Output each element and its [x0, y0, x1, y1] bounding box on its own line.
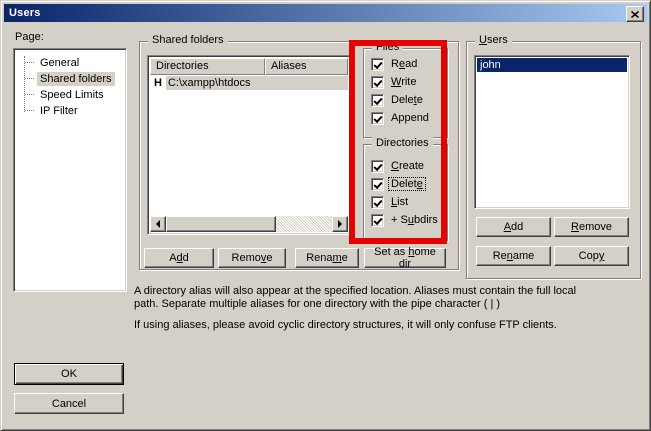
rename-user-button[interactable]: Rename: [476, 246, 551, 266]
button-label: Add: [504, 221, 524, 233]
remove-user-button[interactable]: Remove: [554, 217, 629, 237]
ok-button[interactable]: OK: [14, 363, 124, 385]
tree-stub-icon: [25, 62, 34, 64]
button-label: Rename: [306, 252, 348, 264]
button-label: Rename: [493, 250, 535, 262]
tree-stub-icon: [25, 78, 34, 80]
button-label: OK: [61, 368, 77, 380]
rename-directory-button[interactable]: Rename: [295, 248, 359, 268]
horizontal-scrollbar[interactable]: [150, 216, 348, 232]
copy-user-button[interactable]: Copy: [554, 246, 629, 266]
home-dir-marker: H: [154, 77, 162, 89]
button-label: Remove: [232, 252, 273, 264]
tree-item-label: Speed Limits: [37, 88, 107, 102]
directory-path: C:\xampp\htdocs: [166, 76, 348, 90]
alias-info-line3: If using aliases, please avoid cyclic di…: [134, 319, 557, 331]
scroll-left-button[interactable]: [150, 216, 166, 232]
add-directory-button[interactable]: Add: [144, 248, 214, 268]
button-label: Cancel: [52, 398, 86, 410]
set-as-home-dir-button[interactable]: Set as home dir: [364, 248, 446, 268]
title-bar[interactable]: Users: [4, 4, 647, 22]
alias-info-line1: A directory alias will also appear at th…: [134, 285, 576, 297]
arrow-left-icon: [152, 220, 160, 228]
listview-header: Directories Aliases: [150, 58, 348, 75]
tree-item-shared-folders[interactable]: Shared folders: [16, 71, 124, 87]
arrow-right-icon: [338, 220, 346, 228]
page-tree: General Shared folders Speed Limits IP F…: [13, 48, 127, 292]
tree-item-ip-filter[interactable]: IP Filter: [16, 103, 124, 119]
cancel-button[interactable]: Cancel: [14, 393, 124, 414]
tree-stub-icon: [25, 94, 34, 96]
close-button[interactable]: [626, 6, 644, 22]
window-title: Users: [4, 7, 41, 19]
scrollbar-track[interactable]: [276, 216, 332, 232]
annotation-rectangle: [349, 40, 447, 244]
user-name: john: [480, 59, 501, 71]
users-group-label: Users: [475, 34, 512, 47]
page-label: Page:: [15, 31, 44, 43]
button-label: Set as home dir: [371, 246, 439, 270]
add-user-button[interactable]: Add: [476, 217, 551, 237]
tree-stub-icon: [25, 110, 34, 112]
scrollbar-thumb[interactable]: [166, 216, 276, 232]
button-label: Remove: [571, 221, 612, 233]
alias-info-line2: path. Separate multiple aliases for one …: [134, 298, 500, 310]
directories-listview[interactable]: Directories Aliases H C:\xampp\htdocs: [147, 55, 351, 235]
column-header-aliases[interactable]: Aliases: [265, 58, 348, 75]
users-dialog: Users Page: General Shared folders Speed: [0, 0, 651, 431]
column-header-directories[interactable]: Directories: [150, 58, 265, 75]
users-listbox[interactable]: john: [474, 55, 630, 209]
close-icon: [631, 11, 639, 18]
tree-item-label: IP Filter: [37, 104, 81, 118]
tree-item-label: Shared folders: [37, 72, 115, 86]
button-label: Copy: [579, 250, 605, 262]
directory-row[interactable]: H C:\xampp\htdocs: [150, 75, 348, 90]
tree-item-general[interactable]: General: [16, 55, 124, 71]
tree-item-label: General: [37, 56, 82, 70]
button-label: Add: [169, 252, 189, 264]
scroll-right-button[interactable]: [332, 216, 348, 232]
user-row-john[interactable]: john: [477, 58, 627, 72]
remove-directory-button[interactable]: Remove: [218, 248, 286, 268]
tree-item-speed-limits[interactable]: Speed Limits: [16, 87, 124, 103]
shared-folders-group-label: Shared folders: [148, 34, 228, 47]
page-tree-inner: General Shared folders Speed Limits IP F…: [16, 51, 124, 289]
